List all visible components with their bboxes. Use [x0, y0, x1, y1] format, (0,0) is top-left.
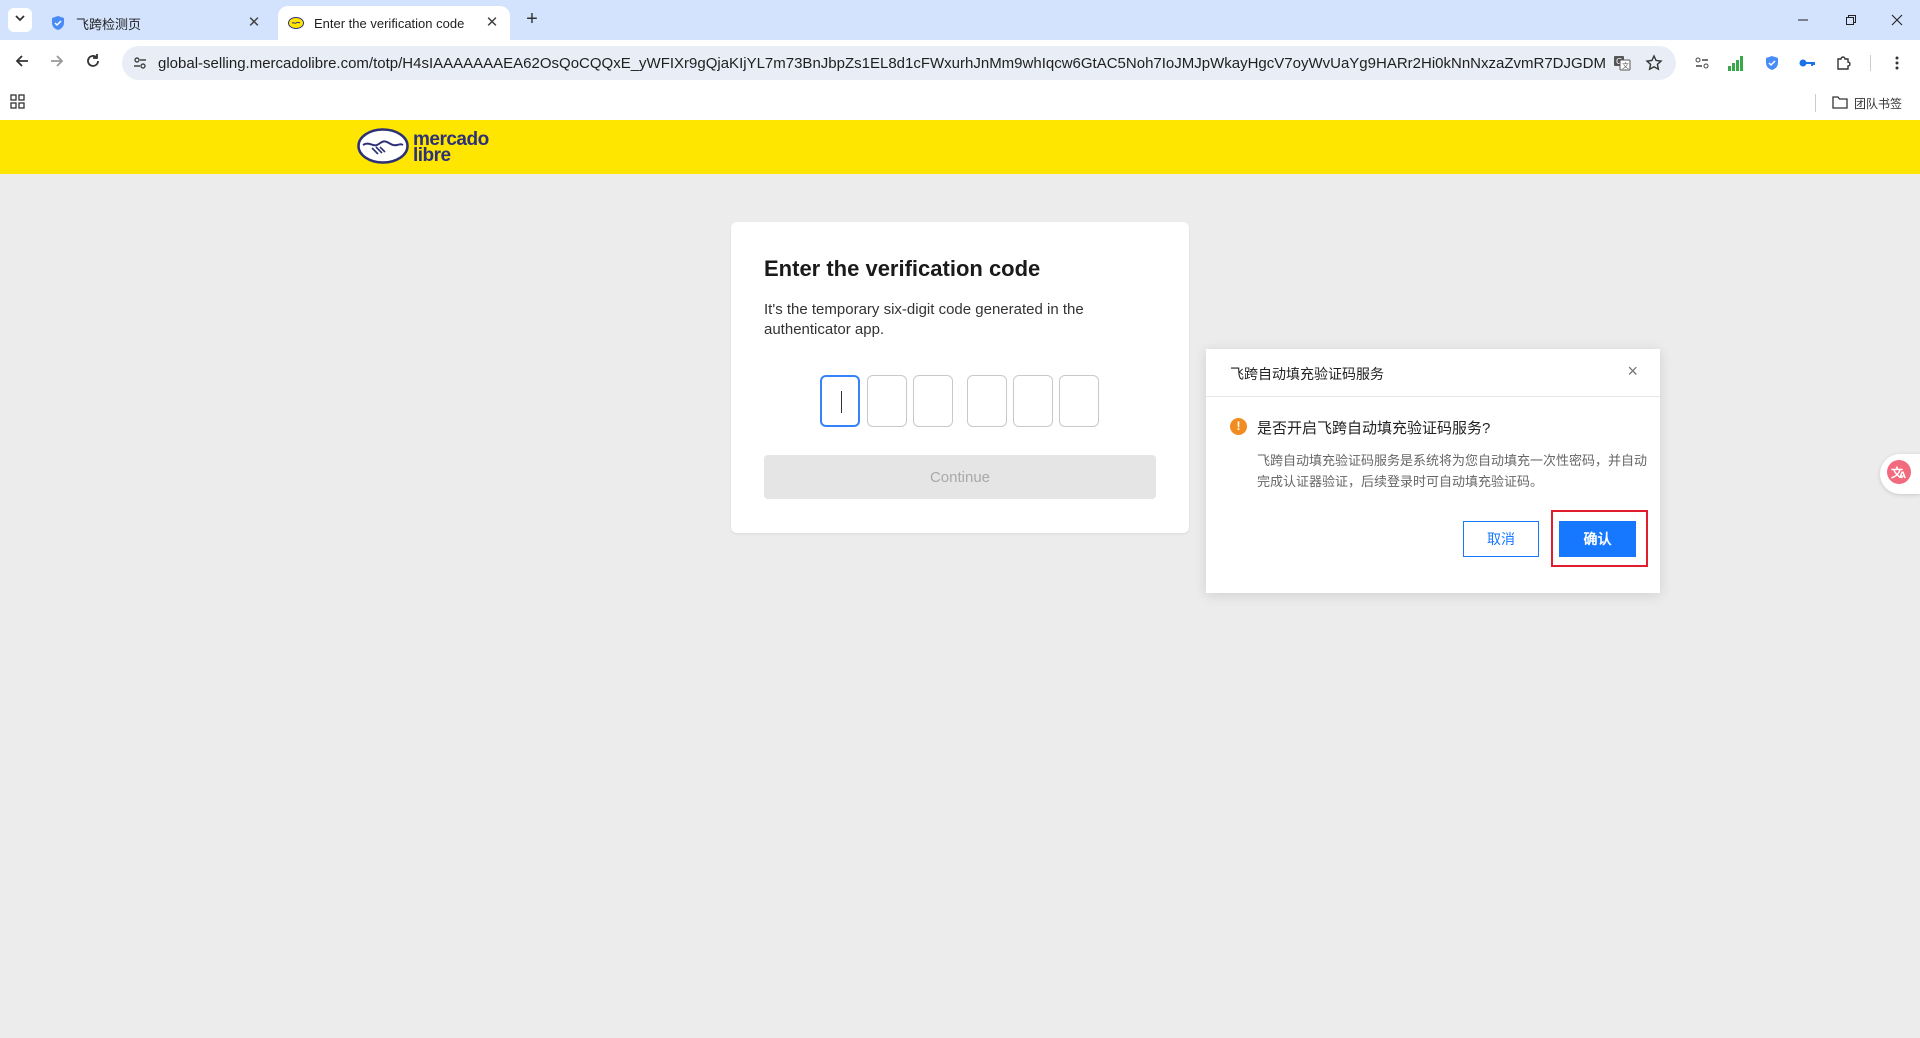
bookmark-folder-team[interactable]: 团队书签	[1832, 92, 1902, 114]
translate-icon[interactable]: G文	[1606, 47, 1638, 79]
dialog-header: 飞跨自动填充验证码服务 ×	[1206, 349, 1660, 397]
arrow-left-icon	[14, 53, 30, 74]
arrow-right-icon	[49, 53, 65, 74]
key-icon[interactable]	[1795, 51, 1819, 75]
dialog-question: 是否开启飞跨自动填充验证码服务?	[1257, 420, 1491, 437]
url-text[interactable]: global-selling.mercadolibre.com/totp/H4s…	[158, 55, 1606, 72]
browser-toolbar: global-selling.mercadolibre.com/totp/H4s…	[0, 40, 1920, 86]
folder-icon	[1832, 95, 1854, 112]
autofill-dialog: 飞跨自动填充验证码服务 × ! 是否开启飞跨自动填充验证码服务? 飞跨自动填充验…	[1206, 349, 1660, 593]
apps-grid-icon[interactable]	[10, 94, 28, 112]
confirm-button[interactable]: 确认	[1559, 521, 1636, 557]
extensions-puzzle-icon[interactable]	[1832, 51, 1856, 75]
verification-description: It's the temporary six-digit code genera…	[764, 301, 1084, 338]
tab-manager-icon[interactable]	[1690, 51, 1714, 75]
site-header: mercado libre	[0, 120, 1920, 174]
mercadolibre-logo[interactable]: mercado libre	[357, 127, 489, 169]
bookmarks-divider	[1815, 94, 1816, 112]
handshake-logo-icon	[357, 127, 409, 169]
dialog-title: 飞跨自动填充验证码服务	[1230, 366, 1384, 382]
page-content: mercado libre Enter the verification cod…	[0, 120, 1920, 1038]
close-tab-icon[interactable]: ✕	[484, 15, 500, 31]
warning-icon: !	[1230, 418, 1247, 435]
svg-text:A: A	[1899, 471, 1906, 481]
minimize-button[interactable]	[1780, 0, 1826, 40]
shield-icon	[50, 15, 66, 31]
code-digit-6[interactable]	[1059, 375, 1099, 427]
tab-feikua-check[interactable]: 飞跨检测页 ✕	[40, 6, 272, 40]
code-digit-5[interactable]	[1013, 375, 1053, 427]
tab-title: Enter the verification code	[314, 15, 465, 31]
cancel-button[interactable]: 取消	[1463, 521, 1539, 557]
tab-title: 飞跨检测页	[76, 16, 142, 32]
tab-strip: 飞跨检测页 ✕ Enter the verification code ✕ +	[0, 0, 1920, 40]
reload-icon	[85, 53, 101, 74]
svg-text:文: 文	[1622, 61, 1629, 70]
chevron-down-icon	[14, 11, 26, 29]
floating-translate-widget[interactable]: 文A	[1880, 454, 1920, 494]
forward-button[interactable]	[45, 51, 69, 75]
page-title: Enter the verification code	[764, 256, 1041, 281]
shield-extension-icon[interactable]	[1760, 51, 1784, 75]
logo-wordmark: mercado libre	[413, 130, 489, 166]
new-tab-button[interactable]: +	[520, 8, 544, 32]
close-tab-icon[interactable]: ✕	[246, 15, 262, 31]
translate-bubble-icon: 文A	[1886, 459, 1912, 490]
continue-button[interactable]: Continue	[764, 455, 1156, 499]
address-bar[interactable]: global-selling.mercadolibre.com/totp/H4s…	[122, 46, 1676, 80]
kebab-menu-icon[interactable]	[1885, 51, 1909, 75]
reload-button[interactable]	[81, 51, 105, 75]
site-info-icon[interactable]	[130, 55, 150, 71]
text-caret	[841, 391, 842, 413]
bookmark-star-icon[interactable]	[1638, 47, 1670, 79]
dialog-detail: 飞跨自动填充验证码服务是系统将为您自动填充一次性密码，并自动完成认证器验证，后续…	[1257, 453, 1648, 489]
logo-line-2: libre	[413, 145, 451, 166]
code-digit-3[interactable]	[913, 375, 953, 427]
tab-search-button[interactable]	[8, 8, 32, 32]
close-icon[interactable]: ×	[1627, 362, 1638, 380]
code-digit-1[interactable]	[820, 375, 860, 427]
bookmarks-bar: 团队书签	[0, 86, 1920, 120]
mercadolibre-favicon-icon	[288, 15, 304, 31]
bookmark-folder-label: 团队书签	[1854, 96, 1903, 111]
code-digit-2[interactable]	[867, 375, 907, 427]
signal-bars-icon[interactable]	[1724, 51, 1748, 75]
code-digit-4[interactable]	[967, 375, 1007, 427]
back-button[interactable]	[10, 51, 34, 75]
close-window-button[interactable]	[1874, 0, 1920, 40]
tab-verification[interactable]: Enter the verification code ✕	[278, 6, 510, 40]
toolbar-divider	[1870, 55, 1871, 71]
restore-button[interactable]	[1828, 0, 1874, 40]
verification-card: Enter the verification code It's the tem…	[731, 222, 1189, 533]
